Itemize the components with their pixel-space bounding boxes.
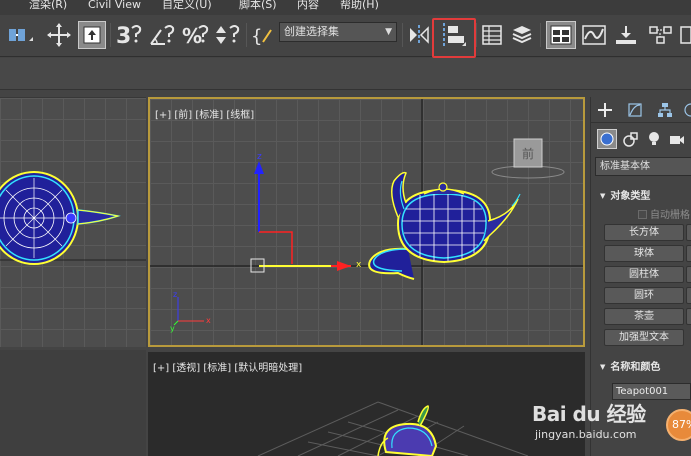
schematic-view-icon[interactable] xyxy=(612,21,640,49)
lights-category-icon[interactable] xyxy=(644,129,664,149)
svg-text:{: { xyxy=(251,26,262,47)
hierarchy-tab-icon[interactable] xyxy=(655,99,675,121)
menu-scripting[interactable]: 脚本(S) xyxy=(239,0,277,12)
checkbox-icon xyxy=(638,210,647,219)
viewport-bottom-left[interactable] xyxy=(0,350,146,456)
baidu-watermark: Bai du 经验 jingyan.baidu.com xyxy=(532,398,662,456)
ribbon-toggle-icon[interactable] xyxy=(546,21,576,49)
ribbon-strip xyxy=(0,58,691,90)
selection-set-dropdown[interactable]: 创建选择集 ▼ xyxy=(279,22,397,42)
create-category-row xyxy=(591,127,691,151)
box-button[interactable]: 长方体 xyxy=(604,224,684,241)
left-view-scene xyxy=(0,171,146,265)
perspective-scene xyxy=(257,401,529,456)
menu-help[interactable]: 帮助(H) xyxy=(340,0,379,12)
svg-text:y: y xyxy=(170,324,175,333)
auto-grid-checkbox[interactable]: 自动栅格 xyxy=(638,206,690,221)
select-object-icon[interactable] xyxy=(78,21,106,49)
toolbar-overflow-icon[interactable] xyxy=(678,21,691,49)
main-toolbar: 3 % { 创建选择集 ▼ xyxy=(0,15,691,57)
viewport-left[interactable] xyxy=(0,97,146,347)
move-icon[interactable] xyxy=(44,21,74,49)
command-panel-tabs xyxy=(591,97,691,123)
mirror-icon[interactable] xyxy=(406,21,432,49)
edit-named-selection-icon[interactable]: { xyxy=(250,21,276,49)
baidu-logo: Bai du 经验 xyxy=(532,402,646,426)
geometry-category-icon[interactable] xyxy=(597,129,617,149)
menu-civil-view[interactable]: Civil View xyxy=(88,0,141,12)
svg-text:z: z xyxy=(257,152,262,162)
viewport-perspective[interactable]: [+] [透视] [标准] [默认明暗处理] xyxy=(148,352,585,456)
motion-tab-icon[interactable] xyxy=(679,99,691,121)
viewcube[interactable]: 前 xyxy=(491,138,565,179)
scene-explorer-icon[interactable] xyxy=(480,21,504,49)
object-type-rollout-header[interactable]: ▼ 对象类型 xyxy=(600,187,691,202)
snap-3d-icon[interactable]: 3 xyxy=(114,21,144,49)
geosphere-button[interactable] xyxy=(686,245,691,262)
spinner-snap-icon[interactable] xyxy=(212,21,242,49)
teapot-top-wireframe xyxy=(0,171,121,265)
curve-editor-icon[interactable] xyxy=(580,21,608,49)
collapse-triangle-icon: ▼ xyxy=(600,363,606,371)
percent-snap-icon[interactable]: % xyxy=(180,21,210,49)
max-app-window: 渲染(R) Civil View 自定义(U) 脚本(S) 内容 帮助(H) 3… xyxy=(0,0,691,456)
primitive-type-dropdown[interactable]: 标准基本体 xyxy=(595,157,691,176)
sphere-button[interactable]: 球体 xyxy=(604,245,684,262)
modify-tab-icon[interactable] xyxy=(625,99,645,121)
menu-render[interactable]: 渲染(R) xyxy=(29,0,67,12)
menu-bar: 渲染(R) Civil View 自定义(U) 脚本(S) 内容 帮助(H) xyxy=(0,0,691,15)
text-plus-button[interactable]: 加强型文本 xyxy=(604,329,684,346)
watermark-url: jingyan.baidu.com xyxy=(535,428,637,441)
world-axis-tripod: z x y xyxy=(170,290,211,333)
teapot-button[interactable]: 茶壶 xyxy=(604,308,684,325)
progress-badge: 87% xyxy=(666,409,691,441)
chevron-down-icon: ▼ xyxy=(385,27,392,37)
menu-content[interactable]: 内容 xyxy=(297,0,319,12)
collapse-triangle-icon: ▼ xyxy=(600,192,606,200)
front-view-scene: 前 z x z x y xyxy=(150,99,583,345)
svg-text:x: x xyxy=(206,316,211,325)
align-tool-highlight xyxy=(432,18,476,58)
transform-gizmo[interactable]: z x xyxy=(250,152,362,273)
svg-text:x: x xyxy=(356,260,362,270)
angle-snap-icon[interactable] xyxy=(147,21,177,49)
viewcube-front-label: 前 xyxy=(522,146,534,161)
cameras-category-icon[interactable] xyxy=(667,129,687,149)
teapot-perspective[interactable] xyxy=(377,405,438,456)
cone-button[interactable] xyxy=(686,224,691,241)
shapes-category-icon[interactable] xyxy=(621,129,641,149)
svg-text:3: 3 xyxy=(116,24,131,48)
svg-text:z: z xyxy=(173,290,177,299)
teapot-front-wireframe[interactable] xyxy=(368,171,521,280)
cylinder-button[interactable]: 圆柱体 xyxy=(604,266,684,283)
tube-button[interactable] xyxy=(686,266,691,283)
torus-button[interactable]: 圆环 xyxy=(604,287,684,304)
create-tab-icon[interactable] xyxy=(595,99,615,121)
layer-explorer-icon[interactable] xyxy=(510,21,534,49)
pyramid-button[interactable] xyxy=(686,287,691,304)
plane-button[interactable] xyxy=(686,308,691,325)
menu-customize[interactable]: 自定义(U) xyxy=(162,0,212,12)
viewport-front[interactable]: [+] [前] [标准] [线框] 前 z x z x y xyxy=(148,97,585,347)
snap-toggle-icon[interactable] xyxy=(4,21,38,49)
name-color-rollout-header[interactable]: ▼ 名称和颜色 xyxy=(600,358,691,373)
material-editor-icon[interactable] xyxy=(646,21,676,49)
